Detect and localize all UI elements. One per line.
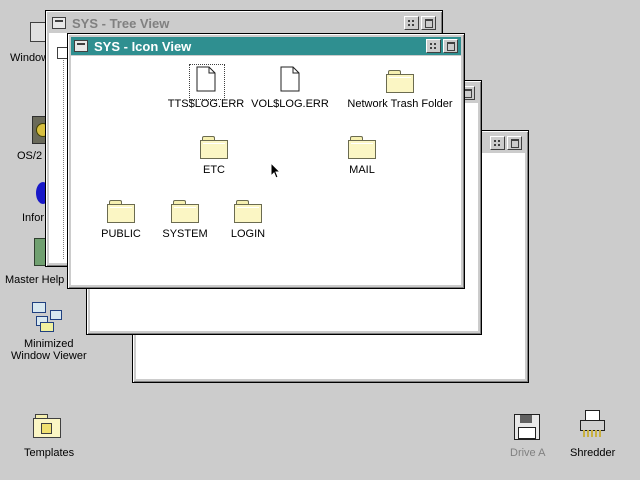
desktop-icon-minimized-window-viewer[interactable]: Minimized Window Viewer <box>0 298 100 366</box>
minimize-button[interactable] <box>404 16 419 30</box>
folder-item-etc[interactable]: ETC <box>169 136 259 176</box>
folder-icon <box>171 200 199 223</box>
system-menu-icon[interactable] <box>52 17 66 29</box>
maximize-button[interactable] <box>507 136 522 150</box>
folder-icon <box>348 136 376 159</box>
desktop-icon-label: Window <box>10 52 50 64</box>
folder-label: Network Trash Folder <box>347 98 453 110</box>
folder-icon <box>200 136 228 159</box>
maximize-button[interactable] <box>443 39 458 53</box>
templates-folder-icon <box>33 414 61 438</box>
desktop-icon-label: OS/2 <box>17 150 43 162</box>
desktop-icon-label: Window Viewer <box>11 350 87 362</box>
window-title: SYS - Icon View <box>94 38 192 54</box>
file-label: VOL$LOG.ERR <box>251 98 329 110</box>
folder-item-login[interactable]: LOGIN <box>203 200 293 240</box>
folder-label: ETC <box>203 164 225 176</box>
desktop-icon-label: Infor <box>22 212 45 224</box>
icon-view-client-area: TTS$LOG.ERR VOL$LOG.ERR Network Trash Fo… <box>71 56 461 285</box>
icon-view-window[interactable]: SYS - Icon View TTS$LOG.ERR VOL$LOG.ERR … <box>67 33 465 289</box>
desktop-icon-shredder[interactable]: Shredder <box>566 408 618 464</box>
maximize-button[interactable] <box>421 16 436 30</box>
folder-label: LOGIN <box>230 228 266 240</box>
shredder-icon <box>580 410 605 438</box>
document-icon <box>280 66 300 92</box>
system-menu-icon[interactable] <box>74 40 88 52</box>
file-item-vol-log[interactable]: VOL$LOG.ERR <box>245 66 335 110</box>
desktop-icon-label: Minimized <box>24 338 74 350</box>
minimize-button[interactable] <box>426 39 441 53</box>
folder-item-network-trash[interactable]: Network Trash Folder <box>345 70 455 110</box>
minimize-button[interactable] <box>490 136 505 150</box>
desktop-icon-label: Master Help <box>5 274 65 286</box>
title-bar[interactable]: SYS - Icon View <box>71 37 461 55</box>
desktop-icon-templates[interactable]: Templates <box>18 412 80 464</box>
folder-icon <box>386 70 414 93</box>
tree-connector-line <box>63 47 65 259</box>
minimized-window-viewer-icon <box>32 302 62 332</box>
file-item-tts-log[interactable]: TTS$LOG.ERR <box>161 64 251 110</box>
floppy-disk-icon <box>514 414 540 440</box>
desktop-icon-drive-a[interactable]: Drive A <box>502 412 554 464</box>
folder-icon <box>234 200 262 223</box>
folder-icon <box>107 200 135 223</box>
desktop-icon-label: Drive A <box>510 447 546 459</box>
mouse-pointer-icon <box>270 162 282 179</box>
desktop-icon-label: Shredder <box>570 447 616 459</box>
document-icon <box>196 66 216 92</box>
folder-label: MAIL <box>349 164 375 176</box>
desktop-icon-label: Templates <box>24 447 75 459</box>
title-bar[interactable]: SYS - Tree View <box>49 14 439 32</box>
folder-item-mail[interactable]: MAIL <box>317 136 407 176</box>
window-title: SYS - Tree View <box>72 15 170 31</box>
